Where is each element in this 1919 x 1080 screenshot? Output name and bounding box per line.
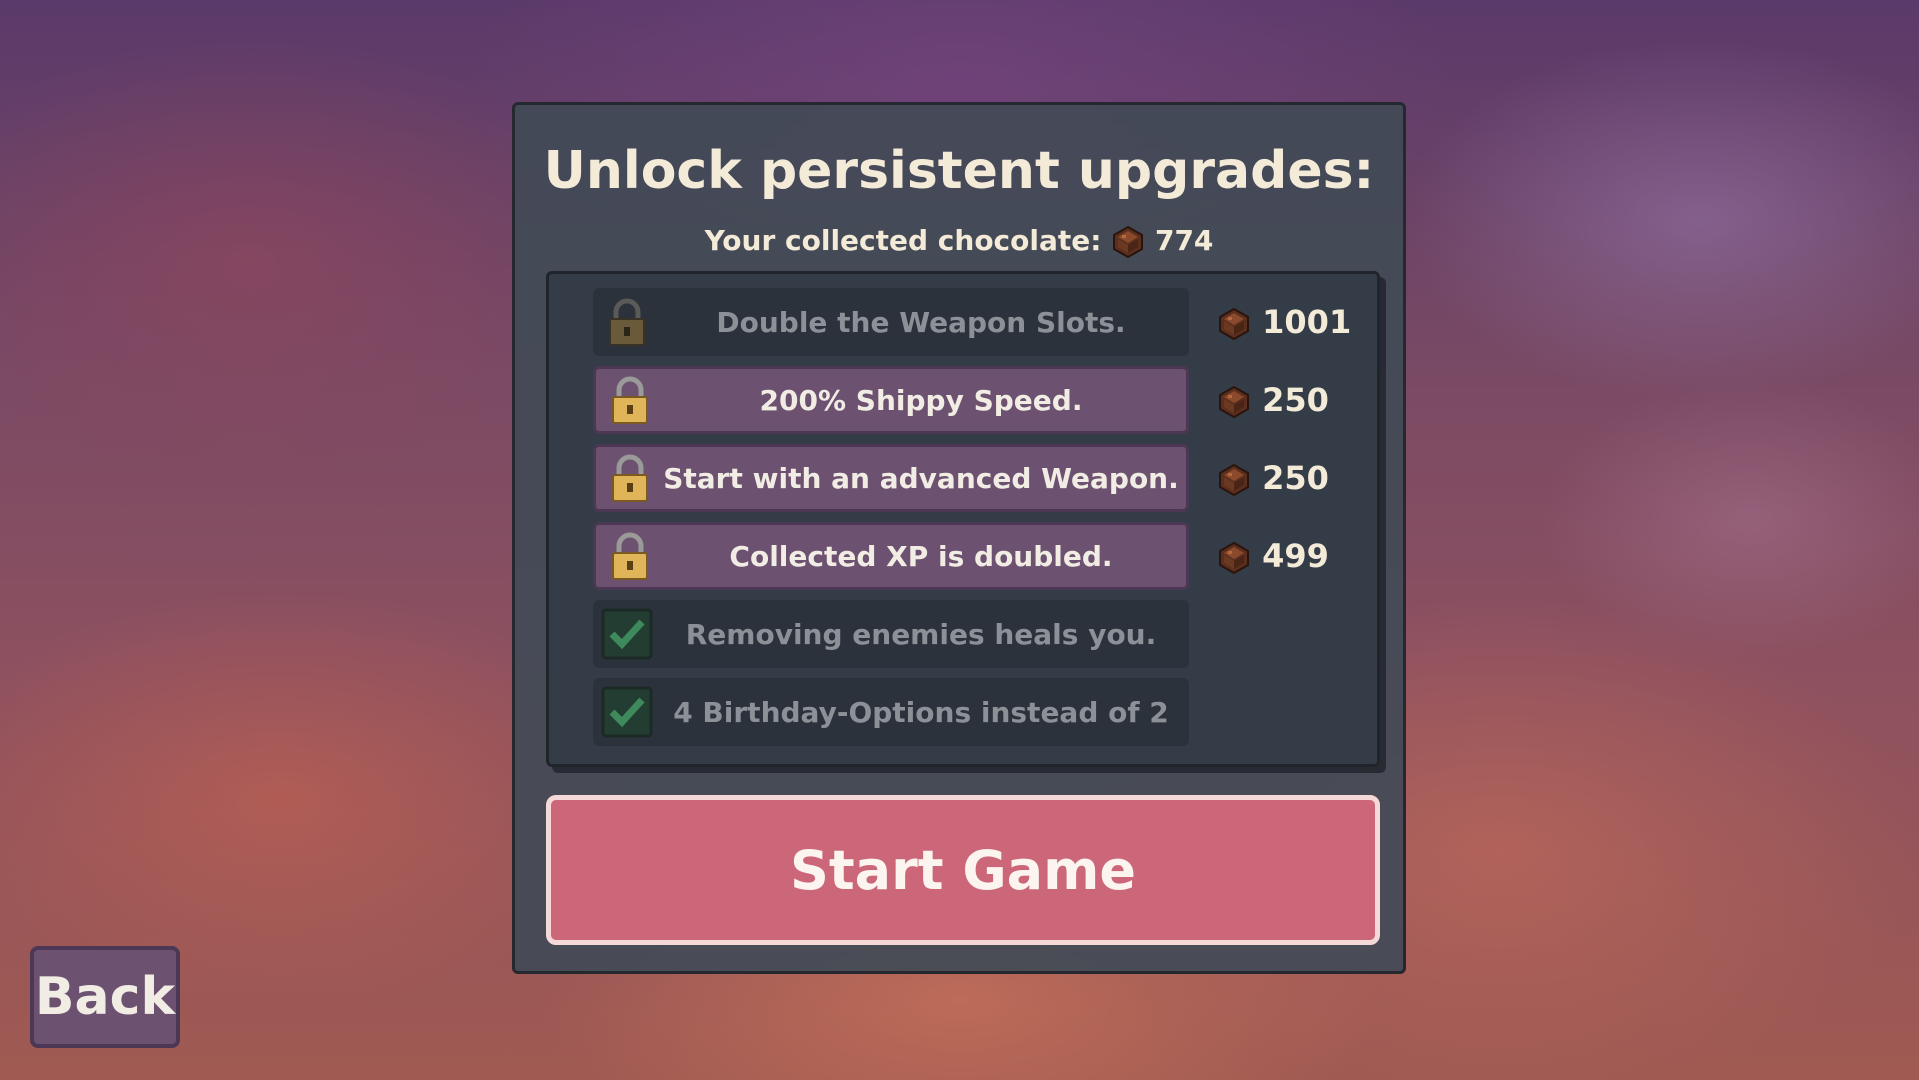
upgrade-panel: Unlock persistent upgrades: Your collect… xyxy=(512,102,1406,974)
upgrade-label: Removing enemies heals you. xyxy=(685,617,1157,651)
chocolate-icon xyxy=(1219,307,1249,341)
chocolate-icon xyxy=(1219,541,1249,575)
upgrade-price: 250 xyxy=(1217,456,1357,500)
upgrade-price: 250 xyxy=(1217,378,1357,422)
lock-icon xyxy=(612,532,648,580)
chocolate-balance: Your collected chocolate: 774 xyxy=(515,221,1403,261)
chocolate-icon xyxy=(1219,463,1249,497)
lock-icon xyxy=(612,376,648,424)
upgrade-row-birthday-options: 4 Birthday-Options instead of 2 xyxy=(593,678,1189,746)
chocolate-icon xyxy=(1219,385,1249,419)
upgrade-price-value: 250 xyxy=(1262,381,1329,419)
upgrade-label: 4 Birthday-Options instead of 2 xyxy=(673,695,1169,729)
upgrade-row-heal-on-kill: Removing enemies heals you. xyxy=(593,600,1189,668)
upgrade-price-value: 250 xyxy=(1262,459,1329,497)
upgrade-price-value: 499 xyxy=(1262,537,1329,575)
panel-title: Unlock persistent upgrades: xyxy=(543,141,1375,201)
upgrade-label: Start with an advanced Weapon. xyxy=(663,461,1179,495)
upgrade-row-double-weapon-slots[interactable]: Double the Weapon Slots. xyxy=(593,288,1189,356)
upgrade-row-advanced-weapon[interactable]: Start with an advanced Weapon. xyxy=(593,444,1189,512)
lock-icon xyxy=(609,298,645,346)
upgrade-list: Double the Weapon Slots. 1001 200% Shipp… xyxy=(546,271,1380,767)
upgrade-price: 1001 xyxy=(1217,300,1357,344)
chocolate-balance-label: Your collected chocolate: xyxy=(704,224,1102,257)
chocolate-icon xyxy=(1113,225,1144,259)
checkmark-icon xyxy=(601,686,653,738)
checkmark-icon xyxy=(601,608,653,660)
start-game-button[interactable]: Start Game xyxy=(546,795,1380,945)
upgrade-row-shippy-speed[interactable]: 200% Shippy Speed. xyxy=(593,366,1189,434)
upgrade-row-xp-doubled[interactable]: Collected XP is doubled. xyxy=(593,522,1189,590)
upgrade-label: Collected XP is doubled. xyxy=(729,539,1113,573)
upgrade-price-value: 1001 xyxy=(1262,303,1352,341)
lock-icon xyxy=(612,454,648,502)
upgrade-price: 499 xyxy=(1217,534,1357,578)
upgrade-label: 200% Shippy Speed. xyxy=(759,383,1083,417)
back-button[interactable]: Back xyxy=(30,946,180,1048)
upgrade-label: Double the Weapon Slots. xyxy=(716,305,1126,339)
chocolate-balance-amount: 774 xyxy=(1154,224,1214,257)
game-background: Unlock persistent upgrades: Your collect… xyxy=(0,0,1919,1080)
